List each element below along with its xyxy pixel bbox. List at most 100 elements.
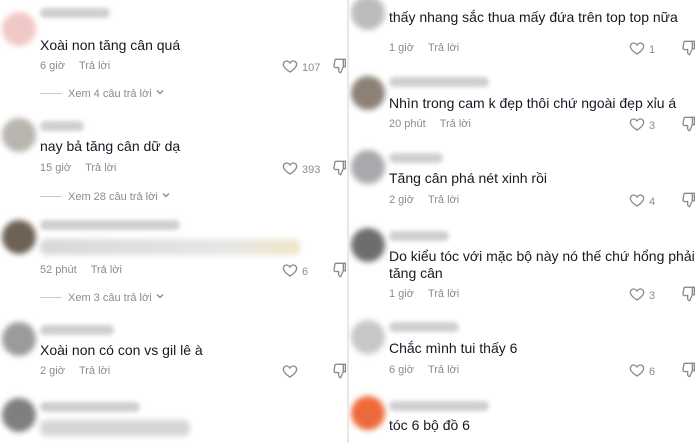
reply-button[interactable]: Trả lời	[79, 365, 110, 377]
view-replies-button[interactable]: Xem 3 câu trả lời	[40, 291, 165, 304]
like-count: 3	[649, 119, 656, 132]
comment-text: Xoài non có con vs gil lê à	[40, 342, 203, 358]
avatar[interactable]	[2, 220, 36, 254]
username-blurred[interactable]	[40, 220, 180, 230]
like-count: 107	[302, 61, 321, 74]
comment-text-line2: tăng cân	[389, 265, 443, 281]
comment-meta: 2 giờ Trả lời	[40, 365, 110, 377]
comment-meta: 1 giờ Trả lời	[389, 288, 459, 300]
avatar[interactable]	[2, 118, 36, 152]
heart-icon	[629, 40, 645, 59]
dislike-icon[interactable]	[332, 160, 347, 176]
like-count: 6	[649, 365, 656, 378]
heart-icon	[629, 362, 645, 381]
avatar[interactable]	[351, 396, 385, 430]
like-button[interactable]	[282, 363, 298, 382]
comment-meta: 20 phút Trả lời	[389, 118, 471, 130]
username-blurred[interactable]	[389, 401, 489, 411]
avatar[interactable]	[351, 228, 385, 262]
reply-button[interactable]: Trả lời	[85, 162, 116, 174]
like-count: 3	[649, 289, 656, 302]
username-blurred[interactable]	[389, 153, 443, 163]
comment-meta: 6 giờ Trả lời	[389, 364, 459, 376]
username-blurred[interactable]	[40, 8, 110, 18]
comment-meta: 6 giờ Trả lời	[40, 60, 110, 72]
like-button[interactable]: 4	[629, 192, 655, 211]
like-button[interactable]: 3	[629, 286, 655, 305]
comment-time: 2 giờ	[389, 194, 414, 206]
comment-meta: 15 giờ Trả lời	[40, 162, 116, 174]
heart-icon	[282, 58, 298, 77]
comment-text-blurred	[40, 239, 300, 255]
like-button[interactable]: 107	[282, 58, 320, 77]
comment-time: 20 phút	[389, 118, 426, 130]
view-replies-button[interactable]: Xem 28 câu trả lời	[40, 190, 171, 203]
comment-time: 52 phút	[40, 264, 77, 276]
like-count: 4	[649, 195, 656, 208]
comment-meta: 52 phút Trả lời	[40, 264, 122, 276]
comment-time: 2 giờ	[40, 365, 65, 377]
comment-text: Nhìn trong cam k đẹp thôi chứ ngoài đẹp …	[389, 95, 677, 111]
like-button[interactable]: 393	[282, 160, 320, 179]
dislike-icon[interactable]	[332, 363, 347, 379]
comment-meta: 2 giờ Trả lời	[389, 194, 459, 206]
reply-button[interactable]: Trả lời	[79, 60, 110, 72]
heart-icon	[629, 116, 645, 135]
avatar[interactable]	[2, 398, 36, 432]
heart-icon	[282, 363, 298, 382]
comment-text: Tăng cân phá nét xinh rồi	[389, 170, 547, 186]
dislike-icon[interactable]	[681, 116, 697, 132]
like-count: 393	[302, 163, 321, 176]
heart-icon	[629, 286, 645, 305]
username-blurred[interactable]	[389, 231, 449, 241]
reply-button[interactable]: Trả lời	[428, 42, 459, 54]
comments-column-left: Xoài non tăng cân quá 6 giờ Trả lời 107 X…	[0, 0, 347, 443]
comment-text: Chắc mình tui thấy 6	[389, 340, 518, 356]
comment-text: Do kiểu tóc với mặc bộ này nó thế chứ hổ…	[389, 248, 695, 264]
dislike-icon[interactable]	[681, 192, 697, 208]
comment-text: thấy nhang sắc thua mấy đứa trên top top…	[389, 9, 678, 25]
dislike-icon[interactable]	[681, 286, 697, 302]
comment-time: 6 giờ	[389, 364, 414, 376]
like-button[interactable]: 1	[629, 40, 655, 59]
chevron-down-icon	[158, 190, 171, 203]
avatar[interactable]	[2, 322, 36, 356]
comment-text: tóc 6 bộ đồ 6	[389, 417, 470, 433]
view-replies-button[interactable]: Xem 4 câu trả lời	[40, 87, 165, 100]
username-blurred[interactable]	[40, 121, 84, 131]
username-blurred[interactable]	[40, 402, 140, 412]
dislike-icon[interactable]	[681, 40, 697, 56]
dislike-icon[interactable]	[332, 262, 347, 278]
like-count: 6	[302, 265, 309, 278]
like-button[interactable]: 3	[629, 116, 655, 135]
reply-button[interactable]: Trả lời	[91, 264, 122, 276]
like-button[interactable]: 6	[282, 262, 308, 281]
reply-button[interactable]: Trả lời	[428, 364, 459, 376]
username-blurred[interactable]	[389, 322, 459, 332]
heart-icon	[282, 262, 298, 281]
comment-time: 15 giờ	[40, 162, 72, 174]
chevron-down-icon	[152, 87, 165, 100]
comments-column-right: thấy nhang sắc thua mấy đứa trên top top…	[349, 0, 700, 443]
dislike-icon[interactable]	[332, 58, 347, 74]
like-button[interactable]: 6	[629, 362, 655, 381]
avatar[interactable]	[351, 150, 385, 184]
reply-button[interactable]: Trả lời	[428, 194, 459, 206]
divider-dash	[40, 93, 62, 94]
reply-button[interactable]: Trả lời	[440, 118, 471, 130]
reply-button[interactable]: Trả lời	[428, 288, 459, 300]
divider-dash	[40, 196, 62, 197]
chevron-down-icon	[152, 291, 165, 304]
dislike-icon[interactable]	[681, 362, 697, 378]
view-replies-label: Xem 4 câu trả lời	[68, 87, 152, 100]
heart-icon	[629, 192, 645, 211]
comment-text-blurred	[40, 420, 190, 436]
avatar[interactable]	[351, 0, 385, 30]
comment-time: 6 giờ	[40, 60, 65, 72]
username-blurred[interactable]	[40, 325, 114, 335]
avatar[interactable]	[2, 12, 36, 46]
avatar[interactable]	[351, 76, 385, 110]
avatar[interactable]	[351, 320, 385, 354]
username-blurred[interactable]	[389, 77, 489, 87]
comment-text: nay bả tăng cân dữ dạ	[40, 138, 181, 154]
